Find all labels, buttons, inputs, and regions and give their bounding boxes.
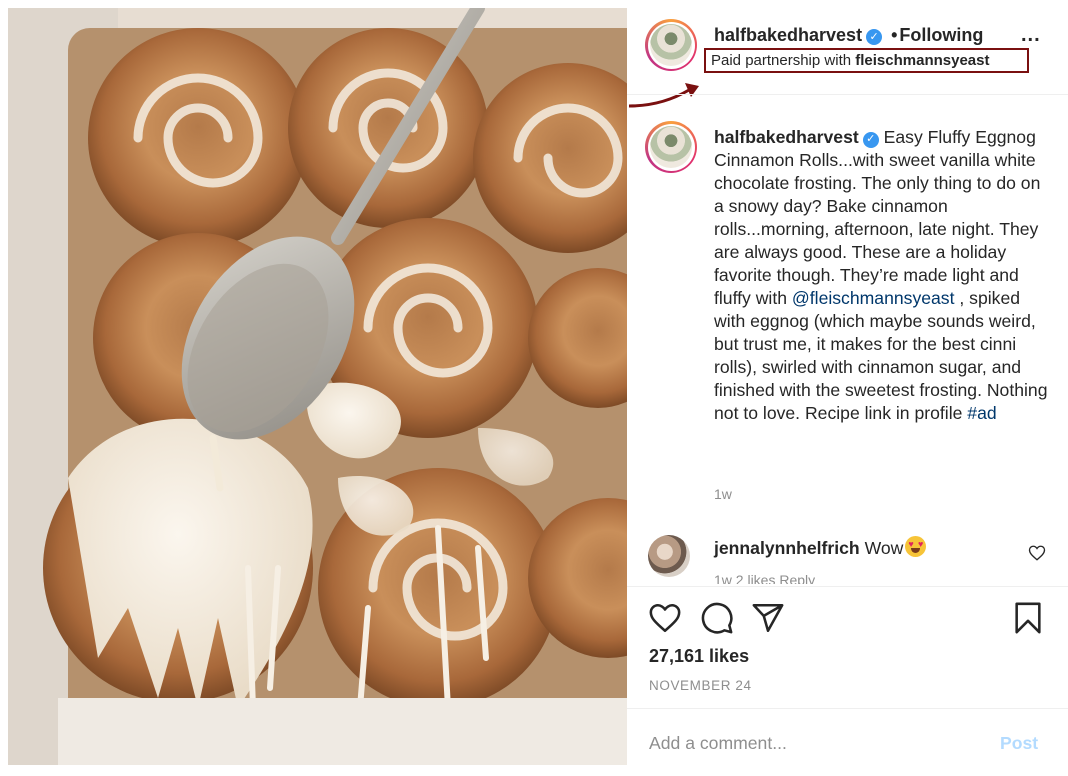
bookmark-icon (1015, 602, 1041, 634)
comment-meta[interactable]: 1w 2 likes Reply (714, 572, 815, 584)
like-button[interactable] (648, 601, 682, 635)
comment-button[interactable] (700, 601, 734, 635)
comment-text: Wow (864, 538, 904, 558)
author-username-link[interactable]: halfbakedharvest (714, 25, 862, 45)
caption-mention-link[interactable]: @fleischmannsyeast (792, 288, 955, 308)
author-avatar[interactable] (645, 19, 697, 71)
comment: jennalynnhelfrich Wow (714, 536, 927, 559)
caption-hashtag-link[interactable]: #ad (967, 403, 996, 423)
caption-text-part1: Easy Fluffy Eggnog Cinnamon Rolls...with… (714, 127, 1041, 308)
add-comment-input[interactable] (649, 733, 969, 754)
heart-icon (649, 603, 681, 633)
post-details-panel: halfbakedharvest ✓ • Following ... Paid pa… (627, 0, 1068, 776)
more-options-button[interactable]: ... (1021, 24, 1041, 47)
post-header: halfbakedharvest ✓ • Following (714, 25, 983, 46)
paper-plane-icon (752, 603, 784, 633)
likes-count[interactable]: 27,161 likes (649, 646, 749, 667)
partnership-prefix: Paid partnership with (711, 52, 852, 69)
header-separator: • (891, 25, 898, 45)
comments-divider (627, 586, 1068, 587)
caption-verified-badge-icon: ✓ (862, 131, 879, 148)
header-divider (627, 94, 1068, 95)
caption-text-part2: , spiked with eggnog (which maybe sounds… (714, 288, 1048, 423)
cinnamon-rolls-image (8, 8, 627, 765)
share-button[interactable] (751, 601, 785, 635)
verified-badge-icon: ✓ (866, 28, 883, 45)
commenter-username-link[interactable]: jennalynnhelfrich (714, 538, 860, 558)
comment-bubble-icon (701, 602, 733, 634)
heart-eyes-emoji-icon (905, 536, 927, 557)
partner-link[interactable]: fleischmannsyeast (855, 52, 989, 69)
post-comment-button[interactable]: Post (1000, 733, 1038, 754)
following-button[interactable]: Following (899, 25, 983, 45)
post-date[interactable]: NOVEMBER 24 (649, 678, 752, 693)
post-caption: halfbakedharvest ✓ Easy Fluffy Eggnog Cin… (714, 126, 1054, 425)
caption-timestamp[interactable]: 1w (714, 486, 732, 502)
comment-like-heart-icon[interactable] (1028, 544, 1046, 562)
post-photo[interactable] (8, 8, 627, 765)
caption-author-avatar[interactable] (645, 121, 697, 173)
save-button[interactable] (1011, 601, 1045, 635)
annotation-arrow-icon (628, 83, 699, 108)
paid-partnership-label: Paid partnership with fleischmannsyeast (704, 48, 1029, 73)
caption-username-link[interactable]: halfbakedharvest (714, 127, 859, 147)
commenter-avatar[interactable] (648, 535, 690, 577)
actions-divider (627, 708, 1068, 709)
